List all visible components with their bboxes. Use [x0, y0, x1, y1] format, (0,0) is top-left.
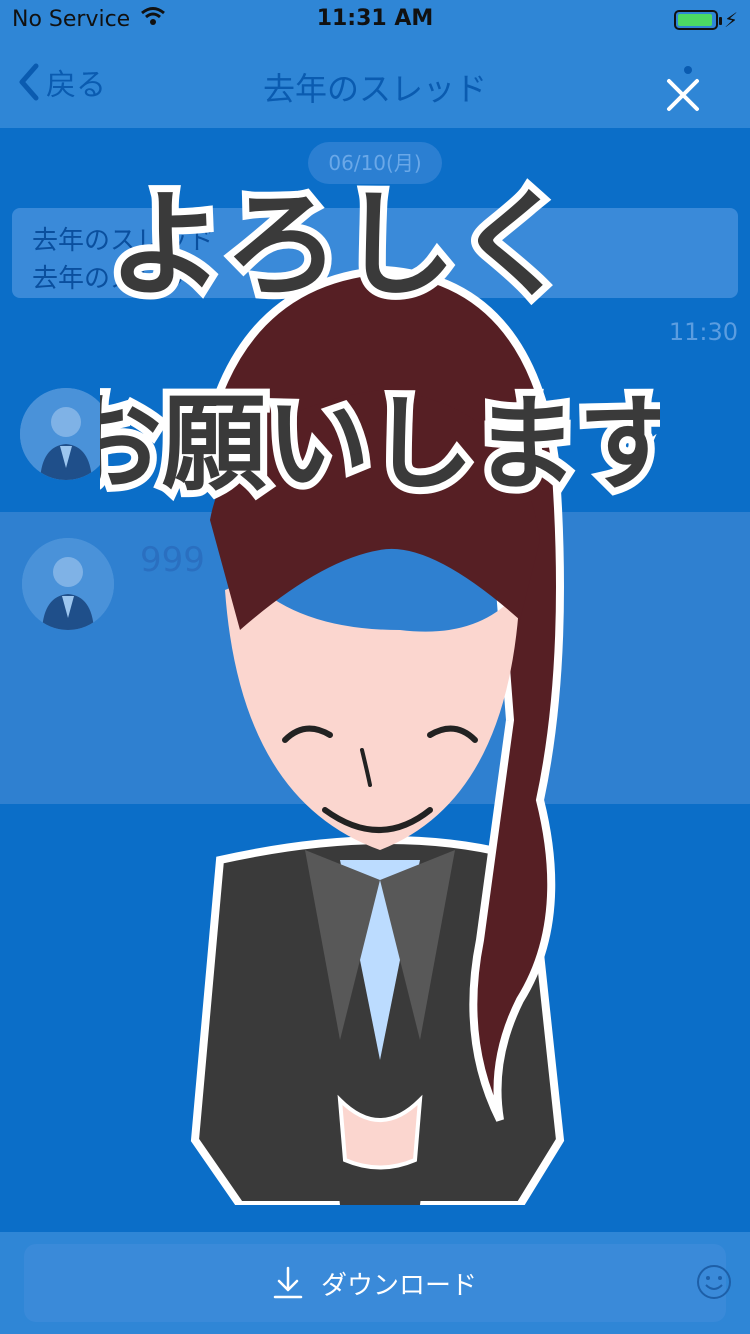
message-timestamp: 11:30 — [668, 318, 738, 346]
sticker-image: よろしく お願いします — [100, 171, 660, 1205]
download-label: ダウンロード — [320, 1270, 477, 1301]
bottom-bar: ダウンロード — [0, 1232, 750, 1334]
status-right: ⚡ — [673, 8, 738, 32]
sticker-caption-line1: よろしく — [108, 178, 572, 313]
battery-icon — [673, 10, 722, 30]
charging-icon: ⚡ — [723, 8, 738, 32]
status-time: 11:31 AM — [316, 6, 434, 31]
download-icon — [273, 1266, 303, 1299]
status-bar: No Service 11:31 AM ⚡ — [0, 0, 750, 40]
download-button[interactable]: ダウンロード — [24, 1244, 726, 1322]
sticker-caption-line2: お願いします — [100, 383, 660, 505]
emoji-icon[interactable] — [696, 1264, 732, 1300]
avatar[interactable] — [20, 388, 112, 480]
nav-bar: 戻る 去年のスレッド — [0, 40, 750, 128]
more-icon[interactable] — [684, 66, 692, 74]
close-icon[interactable] — [664, 76, 702, 114]
thread-title: 去年のスレッド — [262, 70, 487, 108]
